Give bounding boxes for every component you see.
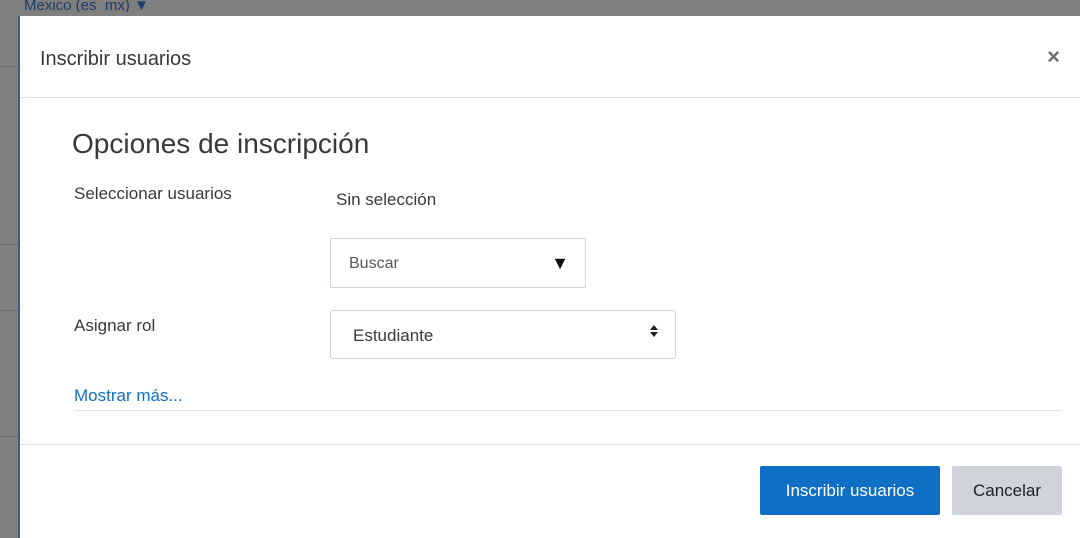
role-select[interactable]: Estudiante	[330, 310, 676, 359]
modal-header: Inscribir usuarios ×	[20, 16, 1080, 98]
background-divider	[0, 436, 18, 437]
enrol-users-button[interactable]: Inscribir usuarios	[760, 466, 940, 515]
cancel-button[interactable]: Cancelar	[952, 466, 1062, 515]
background-language-menu: Mexico (es_mx) ▼	[0, 0, 1080, 12]
background-divider	[0, 66, 18, 67]
search-users-dropdown[interactable]: Buscar ▼	[330, 238, 586, 288]
section-title: Opciones de inscripción	[72, 128, 370, 159]
assign-role-label: Asignar rol	[74, 316, 156, 335]
caret-down-icon[interactable]: ▼	[551, 253, 569, 274]
footer-divider	[20, 444, 1080, 445]
background-divider	[0, 310, 18, 311]
enrol-users-modal: Inscribir usuarios × Opciones de inscrip…	[18, 16, 1080, 538]
selection-status: Sin selección	[336, 190, 437, 209]
close-icon[interactable]: ×	[1047, 46, 1060, 68]
sort-arrows-icon	[649, 321, 659, 342]
role-selected-value: Estudiante	[353, 326, 434, 345]
modal-title: Inscribir usuarios	[40, 48, 192, 70]
search-placeholder: Buscar	[349, 255, 399, 272]
show-more-link[interactable]: Mostrar más...	[74, 386, 183, 406]
form-divider	[74, 410, 1062, 411]
select-users-label: Seleccionar usuarios	[74, 184, 232, 203]
background-divider	[0, 244, 18, 245]
